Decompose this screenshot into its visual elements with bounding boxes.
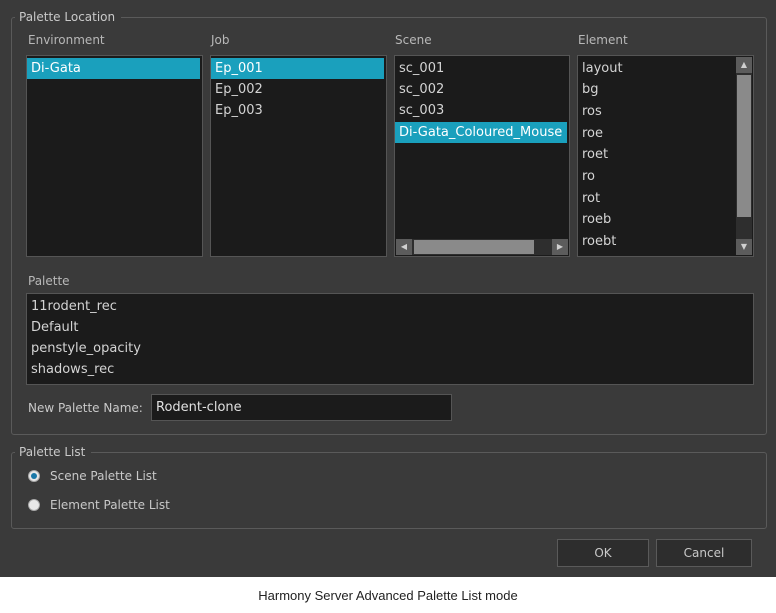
list-item[interactable]: layout: [578, 58, 733, 79]
new-palette-name-label: New Palette Name:: [28, 401, 143, 415]
palette-label: Palette: [28, 274, 70, 288]
scroll-down-icon[interactable]: ▼: [736, 239, 752, 255]
scene-list[interactable]: sc_001 sc_002 sc_003 Di-Gata_Coloured_Mo…: [394, 55, 570, 257]
list-item[interactable]: Ep_002: [211, 79, 384, 100]
environment-label: Environment: [28, 33, 105, 47]
element-vertical-scrollbar[interactable]: ▲ ▼: [736, 57, 752, 255]
scrollbar-thumb[interactable]: [737, 75, 751, 217]
list-item[interactable]: roe: [578, 123, 733, 144]
scroll-up-icon[interactable]: ▲: [736, 57, 752, 73]
list-item[interactable]: sc_002: [395, 79, 567, 100]
element-palette-list-radio[interactable]: [28, 499, 40, 511]
figure-caption: Harmony Server Advanced Palette List mod…: [258, 588, 518, 603]
scroll-right-icon[interactable]: ▶: [552, 239, 568, 255]
list-item[interactable]: roeb: [578, 209, 733, 230]
list-item[interactable]: shadows_rec: [27, 359, 751, 380]
list-item[interactable]: ros: [578, 101, 733, 122]
element-palette-list-option[interactable]: Element Palette List: [28, 496, 228, 514]
scene-label: Scene: [395, 33, 432, 47]
palette-dialog: Palette Location Environment Job Scene E…: [0, 0, 776, 577]
scene-palette-list-label: Scene Palette List: [50, 469, 157, 483]
palette-list-title: Palette List: [15, 445, 92, 459]
list-item[interactable]: bg: [578, 79, 733, 100]
list-item[interactable]: Ep_003: [211, 100, 384, 121]
new-palette-name-input[interactable]: [151, 394, 452, 421]
palette-list[interactable]: 11rodent_rec Default penstyle_opacity sh…: [26, 293, 754, 385]
job-list[interactable]: Ep_001 Ep_002 Ep_003: [210, 55, 387, 257]
list-item[interactable]: penstyle_opacity: [27, 338, 751, 359]
scroll-left-icon[interactable]: ◀: [396, 239, 412, 255]
list-item[interactable]: rot: [578, 188, 733, 209]
element-list[interactable]: layout bg ros roe roet ro rot roeb roebt…: [577, 55, 754, 257]
list-item[interactable]: Di-Gata: [27, 58, 200, 79]
list-item[interactable]: Ep_001: [211, 58, 384, 79]
element-label: Element: [578, 33, 628, 47]
list-item[interactable]: sc_001: [395, 58, 567, 79]
scrollbar-thumb[interactable]: [414, 240, 534, 254]
element-palette-list-label: Element Palette List: [50, 498, 170, 512]
palette-list-group: [11, 452, 767, 529]
list-item[interactable]: 11rodent_rec: [27, 296, 751, 317]
list-item[interactable]: sc_003: [395, 100, 567, 121]
list-item[interactable]: Default: [27, 317, 751, 338]
scene-horizontal-scrollbar[interactable]: ◀ ▶: [396, 239, 568, 255]
scene-palette-list-radio[interactable]: [28, 470, 40, 482]
environment-list[interactable]: Di-Gata: [26, 55, 203, 257]
scene-palette-list-option[interactable]: Scene Palette List: [28, 467, 228, 485]
list-item[interactable]: ro: [578, 166, 733, 187]
cancel-button[interactable]: Cancel: [656, 539, 752, 567]
list-item[interactable]: roet: [578, 144, 733, 165]
list-item[interactable]: roebt: [578, 231, 733, 252]
list-item[interactable]: Di-Gata_Coloured_Mouse: [395, 122, 567, 143]
palette-location-title: Palette Location: [15, 10, 122, 24]
job-label: Job: [211, 33, 230, 47]
ok-button[interactable]: OK: [557, 539, 649, 567]
